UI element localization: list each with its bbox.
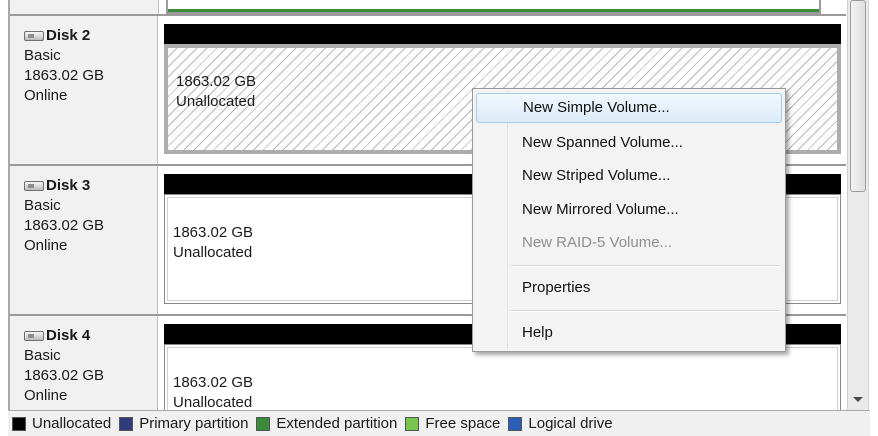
disk-status: Online [24, 387, 68, 404]
legend-label: Free space [425, 415, 501, 432]
menu-item-help[interactable]: Help [476, 318, 782, 348]
menu-item-properties[interactable]: Properties [476, 273, 782, 303]
menu-separator [511, 310, 779, 312]
extended-partition-bar [168, 9, 819, 12]
disk-size: 1863.02 GB [24, 367, 105, 384]
disk-label-disk-3[interactable]: Disk 3 Basic 1863.02 GB Online [10, 166, 158, 314]
disk-name: Disk 2 [46, 27, 91, 44]
legend-swatch [405, 416, 420, 431]
menu-item-new-striped-volume[interactable]: New Striped Volume... [476, 161, 782, 191]
disk-size: 1863.02 GB [24, 217, 105, 234]
disk-name: Disk 3 [46, 177, 91, 194]
hard-disk-icon [24, 181, 44, 191]
disk-type: Basic [24, 47, 61, 64]
legend-label: Primary partition [139, 415, 249, 432]
legend-swatch [256, 416, 271, 431]
legend-item-unallocated: Unallocated [12, 415, 111, 432]
disk-name: Disk 4 [46, 327, 91, 344]
disk-title: Disk 3 [24, 176, 157, 196]
legend-label: Unallocated [32, 415, 112, 432]
scroll-down-arrow-icon[interactable] [853, 397, 863, 402]
scrollbar-thumb[interactable] [850, 0, 866, 192]
menu-item-new-spanned-volume[interactable]: New Spanned Volume... [476, 128, 782, 158]
legend-swatch [12, 416, 26, 431]
context-menu: New Simple Volume... New Spanned Volume.… [472, 88, 786, 352]
disk-type: Basic [24, 347, 61, 364]
menu-item-new-raid-5-volume: New RAID-5 Volume... [522, 234, 673, 251]
volume-size: 1863.02 GB [173, 374, 254, 391]
menu-item-new-simple-volume[interactable]: New Simple Volume... [476, 93, 782, 123]
legend-item-primary-partition: Primary partition [119, 415, 248, 432]
unallocated-header-bar [164, 24, 841, 44]
disk-type: Basic [24, 197, 61, 214]
disk-row-partial [10, 0, 846, 16]
disk-title: Disk 2 [24, 26, 157, 46]
disk-management-view: Disk 2 Basic 1863.02 GB Online 1863.02 G… [0, 0, 878, 436]
hard-disk-icon [24, 331, 44, 341]
disk-label-partial [10, 0, 159, 14]
legend-item-logical-drive: Logical drive [508, 415, 613, 432]
menu-separator [511, 265, 779, 267]
legend-item-extended-partition: Extended partition [256, 415, 397, 432]
legend-swatch [119, 416, 134, 431]
disk-title: Disk 4 [24, 326, 157, 346]
partition-legend: Unallocated Primary partition Extended p… [8, 410, 870, 436]
disk-label-disk-2[interactable]: Disk 2 Basic 1863.02 GB Online [10, 16, 158, 164]
hard-disk-icon [24, 31, 44, 41]
menu-item-new-mirrored-volume[interactable]: New Mirrored Volume... [476, 195, 782, 225]
legend-item-free-space: Free space [405, 415, 500, 432]
legend-label: Logical drive [528, 415, 613, 432]
legend-label: Extended partition [276, 415, 398, 432]
disk-status: Online [24, 237, 68, 254]
legend-swatch [508, 416, 523, 431]
disk-size: 1863.02 GB [24, 67, 105, 84]
disk-status: Online [24, 87, 68, 104]
vertical-scrollbar[interactable] [847, 0, 869, 410]
